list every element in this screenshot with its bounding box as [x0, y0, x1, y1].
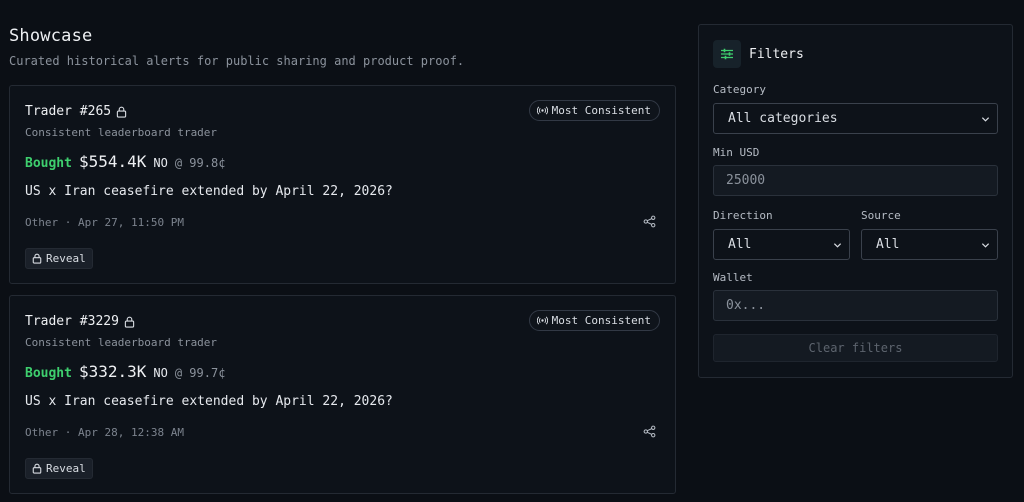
consistency-badge: Most Consistent: [528, 310, 660, 331]
chevron-down-icon: [833, 243, 842, 248]
trade-price: @ 99.7¢: [174, 366, 226, 380]
reveal-label: Reveal: [46, 462, 86, 475]
filters-title: Filters: [749, 46, 804, 62]
clear-filters-button[interactable]: Clear filters: [713, 334, 998, 362]
alert-meta: Other · Apr 27, 11:50 PM: [25, 216, 184, 229]
trader-name: Trader #3229: [25, 314, 119, 329]
alert-meta: Other · Apr 28, 12:38 AM: [25, 426, 184, 439]
lock-icon: [124, 316, 135, 328]
source-select[interactable]: All: [861, 229, 998, 260]
min-usd-label: Min USD: [713, 146, 760, 159]
badge-label: Most Consistent: [551, 314, 651, 327]
trade-action: Bought: [25, 366, 72, 381]
trader-row: Trader #3229: [25, 314, 135, 329]
lock-icon: [32, 253, 42, 264]
broadcast-icon: [536, 316, 548, 325]
trade-side: NO: [153, 156, 168, 170]
lock-icon: [32, 463, 42, 474]
category-select[interactable]: All categories: [713, 103, 998, 134]
trader-description: Consistent leaderboard trader: [25, 336, 218, 349]
direction-select[interactable]: All: [713, 229, 850, 260]
consistency-badge: Most Consistent: [528, 100, 660, 121]
trade-amount: $332.3K: [78, 362, 147, 381]
source-value: All: [876, 237, 900, 252]
page-header: Showcase Curated historical alerts for p…: [9, 26, 464, 68]
market-question: US x Iran ceasefire extended by April 22…: [25, 184, 393, 199]
share-icon[interactable]: [643, 215, 656, 228]
alert-card: Trader #3229 Most Consistent Consistent …: [9, 295, 676, 494]
category-label: Category: [713, 83, 766, 96]
trader-description: Consistent leaderboard trader: [25, 126, 218, 139]
trader-name: Trader #265: [25, 104, 112, 119]
wallet-label: Wallet: [713, 271, 753, 284]
reveal-button[interactable]: Reveal: [25, 458, 93, 479]
broadcast-icon: [536, 106, 548, 115]
min-usd-input[interactable]: 25000: [713, 165, 998, 196]
direction-value: All: [728, 237, 752, 252]
trade-side: NO: [153, 366, 168, 380]
share-icon[interactable]: [643, 425, 656, 438]
trade-row: Bought $554.4K NO @ 99.8¢: [25, 152, 225, 171]
reveal-label: Reveal: [46, 252, 86, 265]
page-title: Showcase: [9, 26, 93, 46]
sliders-icon: [713, 40, 741, 68]
market-question: US x Iran ceasefire extended by April 22…: [25, 394, 393, 409]
filters-panel: Filters Category All categories Min USD …: [698, 24, 1013, 378]
category-value: All categories: [728, 111, 838, 126]
page-subtitle: Curated historical alerts for public sha…: [9, 54, 465, 68]
filters-header: Filters: [713, 40, 804, 68]
lock-icon: [116, 106, 127, 118]
trade-action: Bought: [25, 156, 72, 171]
direction-label: Direction: [713, 209, 773, 222]
badge-label: Most Consistent: [551, 104, 651, 117]
wallet-input[interactable]: 0x...: [713, 290, 998, 321]
alert-card: Trader #265 Most Consistent Consistent l…: [9, 85, 676, 284]
trade-price: @ 99.8¢: [174, 156, 226, 170]
reveal-button[interactable]: Reveal: [25, 248, 93, 269]
source-label: Source: [861, 209, 901, 222]
chevron-down-icon: [981, 117, 990, 122]
min-usd-value: 25000: [726, 173, 766, 188]
trader-row: Trader #265: [25, 104, 127, 119]
trade-amount: $554.4K: [78, 152, 147, 171]
wallet-placeholder: 0x...: [726, 298, 766, 313]
trade-row: Bought $332.3K NO @ 99.7¢: [25, 362, 225, 381]
chevron-down-icon: [981, 243, 990, 248]
